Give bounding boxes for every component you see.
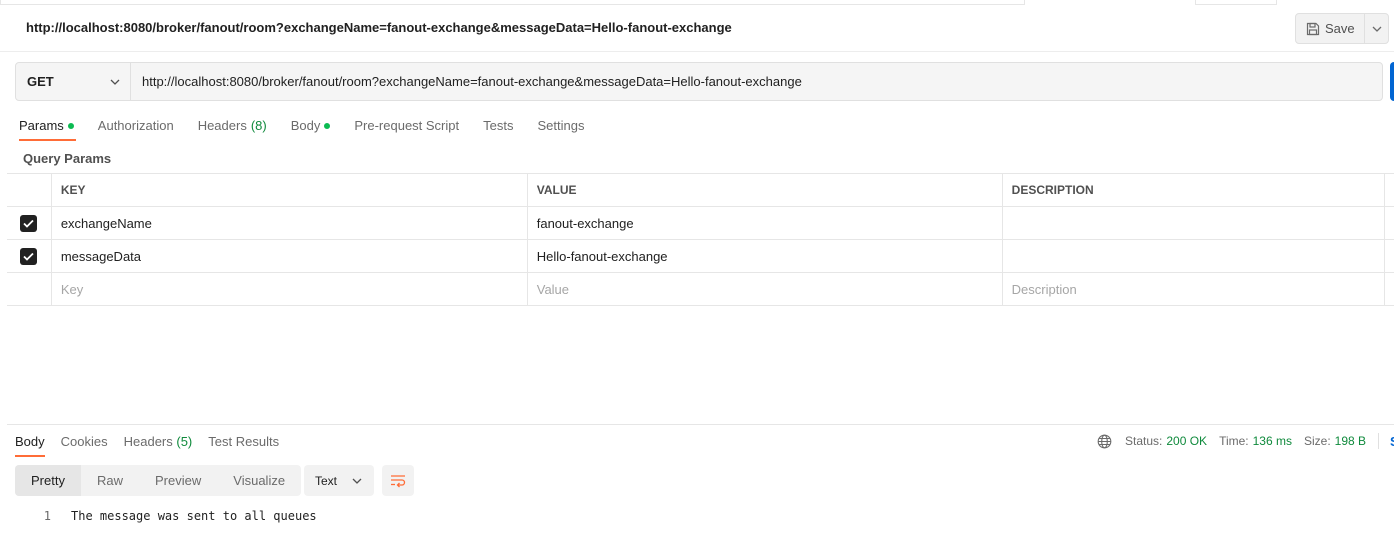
response-tab-cookies[interactable]: Cookies xyxy=(61,432,108,458)
check-icon xyxy=(23,252,35,261)
save-icon xyxy=(1306,22,1320,35)
tab-label: Body xyxy=(15,434,45,449)
chevron-down-icon xyxy=(1372,26,1381,32)
param-checkbox[interactable] xyxy=(20,247,38,265)
header-description: DESCRIPTION xyxy=(1003,174,1385,206)
save-response-button[interactable]: Sa xyxy=(1390,434,1394,449)
size-label: Size: xyxy=(1303,434,1331,448)
save-button-group: Save xyxy=(1295,13,1389,44)
row-extra xyxy=(1385,207,1394,239)
tab-authorization[interactable]: Authorization xyxy=(98,116,174,142)
row-extra xyxy=(1385,240,1394,272)
tab-label: Test Results xyxy=(208,434,280,449)
params-header-row: KEY VALUE DESCRIPTION xyxy=(7,174,1394,207)
tab-count: (8) xyxy=(250,118,267,133)
request-url-bar: GET http://localhost:8080/broker/fanout/… xyxy=(15,62,1383,101)
param-key[interactable]: messageData xyxy=(52,240,528,272)
tab-label: Pre-request Script xyxy=(354,118,460,133)
table-row: exchangeName fanout-exchange xyxy=(7,207,1394,240)
key-input[interactable]: Key xyxy=(52,273,528,305)
response-divider[interactable] xyxy=(7,424,1394,425)
tab-body[interactable]: Body xyxy=(291,116,331,142)
row-extra xyxy=(1385,273,1394,305)
status-separator xyxy=(1378,433,1380,449)
param-checkbox[interactable] xyxy=(20,214,38,232)
params-table: KEY VALUE DESCRIPTION exchangeName fanou… xyxy=(7,173,1394,306)
response-tab-test-results[interactable]: Test Results xyxy=(208,432,279,458)
line-text[interactable]: The message was sent to all queues xyxy=(71,509,317,523)
response-line: 1 The message was sent to all queues xyxy=(0,507,1394,525)
response-status: Status: 200 OK Time: 136 ms Size: 198 B … xyxy=(1097,433,1394,449)
row-check-cell xyxy=(7,240,52,272)
param-value[interactable]: fanout-exchange xyxy=(528,207,1003,239)
query-params-label: Query Params xyxy=(23,151,112,166)
save-label: Save xyxy=(1325,21,1355,36)
tab-label: Body xyxy=(290,118,321,133)
response-tab-body[interactable]: Body xyxy=(15,432,45,458)
header-key: KEY xyxy=(52,174,528,206)
save-options-button[interactable] xyxy=(1365,14,1388,43)
send-button[interactable] xyxy=(1390,62,1394,101)
check-icon xyxy=(23,219,35,228)
format-preview[interactable]: Preview xyxy=(139,465,217,496)
param-description[interactable] xyxy=(1003,240,1385,272)
response-tab-headers[interactable]: Headers (5) xyxy=(124,432,193,458)
description-input[interactable]: Description xyxy=(1003,273,1385,305)
param-value[interactable]: Hello-fanout-exchange xyxy=(528,240,1003,272)
request-title[interactable]: http://localhost:8080/broker/fanout/room… xyxy=(26,20,732,35)
tab-label: Settings xyxy=(537,118,585,133)
tab-pre-request-script[interactable]: Pre-request Script xyxy=(354,116,459,142)
tab-params[interactable]: Params xyxy=(19,116,76,142)
tab-tests[interactable]: Tests xyxy=(483,116,513,142)
chevron-down-icon xyxy=(352,478,362,484)
wrap-lines-icon xyxy=(391,474,406,487)
globe-icon[interactable] xyxy=(1097,434,1112,449)
row-check-cell xyxy=(7,273,52,305)
table-row: messageData Hello-fanout-exchange xyxy=(7,240,1394,273)
tab-label: Headers xyxy=(123,434,173,449)
status-value[interactable]: 200 OK xyxy=(1166,434,1207,448)
tab-label: Authorization xyxy=(97,118,174,133)
request-tabs: Params Authorization Headers (8) Body Pre… xyxy=(19,116,608,142)
tab-headers[interactable]: Headers (8) xyxy=(198,116,267,142)
header-check-cell xyxy=(7,174,52,206)
header-value: VALUE xyxy=(528,174,1003,206)
save-button[interactable]: Save xyxy=(1296,14,1365,43)
tab-settings[interactable]: Settings xyxy=(537,116,584,142)
format-raw[interactable]: Raw xyxy=(81,465,139,496)
format-mode-group: Pretty Raw Preview Visualize xyxy=(15,465,302,496)
size-value[interactable]: 198 B xyxy=(1335,434,1366,448)
row-check-cell xyxy=(7,207,52,239)
table-row-new: Key Value Description xyxy=(7,273,1394,306)
header-extra xyxy=(1385,174,1394,206)
wrap-lines-button[interactable] xyxy=(382,465,414,496)
status-label: Status: xyxy=(1125,434,1163,448)
request-title-row: http://localhost:8080/broker/fanout/room… xyxy=(0,5,1394,52)
response-tabs: Body Cookies Headers (5) Test Results xyxy=(15,432,295,458)
language-label: Text xyxy=(315,473,338,488)
tab-label: Cookies xyxy=(60,434,108,449)
active-dot-icon xyxy=(324,123,331,129)
tab-label: Headers xyxy=(197,118,247,133)
value-input[interactable]: Value xyxy=(528,273,1003,305)
method-label: GET xyxy=(27,74,54,89)
time-value[interactable]: 136 ms xyxy=(1253,434,1292,448)
format-visualize[interactable]: Visualize xyxy=(217,465,301,496)
chevron-down-icon xyxy=(110,79,120,85)
param-description[interactable] xyxy=(1003,207,1385,239)
param-key[interactable]: exchangeName xyxy=(52,207,528,239)
response-body: 1 The message was sent to all queues xyxy=(0,507,1394,525)
line-number: 1 xyxy=(43,509,51,523)
time-label: Time: xyxy=(1219,434,1249,448)
active-dot-icon xyxy=(67,123,74,129)
language-select[interactable]: Text xyxy=(304,465,374,496)
format-pretty[interactable]: Pretty xyxy=(15,465,81,496)
tab-label: Params xyxy=(19,118,64,133)
method-select[interactable]: GET xyxy=(16,63,131,100)
tab-count: (5) xyxy=(176,434,193,449)
tab-label: Tests xyxy=(483,118,514,133)
url-input[interactable]: http://localhost:8080/broker/fanout/room… xyxy=(131,63,1382,100)
